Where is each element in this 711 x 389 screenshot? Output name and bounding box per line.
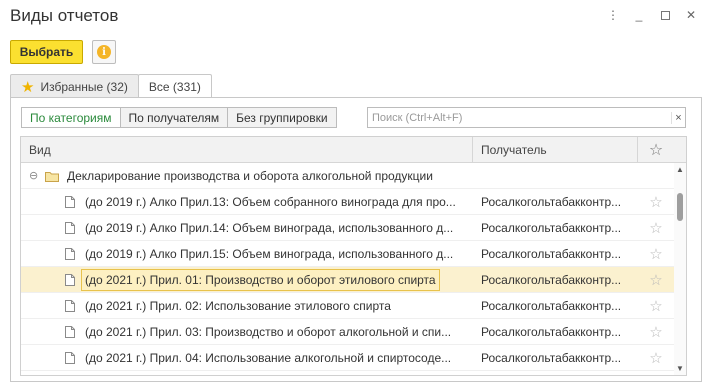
tabs-bar: ★ Избранные (32) Все (331) (10, 74, 212, 99)
report-name: (до 2021 г.) Прил. 01: Производство и об… (81, 268, 440, 291)
vertical-scrollbar[interactable]: ▲ ▼ (674, 163, 686, 375)
minimize-icon[interactable]: _ (633, 8, 645, 23)
document-icon (65, 247, 75, 260)
search-box: × (367, 107, 686, 128)
report-recipient: Росалкогольтабакконтр... (481, 298, 622, 313)
report-recipient: Росалкогольтабакконтр... (481, 246, 622, 261)
favorite-star-icon[interactable]: ☆ (638, 271, 674, 289)
table-row[interactable]: (до 2021 г.) Прил. 04: Использование алк… (21, 345, 686, 371)
scroll-down-icon[interactable]: ▼ (676, 364, 684, 373)
table-header: Вид Получатель ☆ (21, 137, 686, 163)
report-name: (до 2019 г.) Алко Прил.14: Объем виногра… (85, 220, 454, 235)
search-input[interactable] (368, 111, 671, 124)
info-button[interactable]: i (92, 40, 116, 64)
group-label: Декларирование производства и оборота ал… (67, 168, 433, 183)
no-grouping-button[interactable]: Без группировки (227, 107, 337, 128)
document-icon (65, 221, 75, 234)
table-row-selected[interactable]: (до 2021 г.) Прил. 01: Производство и об… (21, 267, 686, 293)
tab-favorites-label: Избранные (32) (40, 79, 128, 94)
collapse-icon[interactable]: ⊖ (29, 169, 39, 182)
by-category-button[interactable]: По категориям (21, 107, 121, 128)
tab-all-label: Все (331) (148, 80, 201, 94)
select-button[interactable]: Выбрать (10, 40, 83, 64)
report-recipient: Росалкогольтабакконтр... (481, 272, 622, 287)
table-row[interactable]: (до 2019 г.) Алко Прил.13: Объем собранн… (21, 189, 686, 215)
document-icon (65, 325, 75, 338)
reports-panel: По категориям По получателям Без группир… (10, 97, 702, 382)
table-row[interactable]: (до 2021 г.) Прил. 03: Производство и об… (21, 319, 686, 345)
star-icon: ★ (21, 78, 35, 96)
table-row[interactable]: (до 2021 г.) Прил. 02: Использование эти… (21, 293, 686, 319)
favorite-star-icon[interactable]: ☆ (638, 245, 674, 263)
report-recipient: Росалкогольтабакконтр... (481, 350, 622, 365)
folder-icon (45, 170, 59, 182)
favorite-star-icon[interactable]: ☆ (638, 219, 674, 237)
grouping-buttons: По категориям По получателям Без группир… (21, 107, 337, 128)
scroll-up-icon[interactable]: ▲ (676, 165, 684, 174)
column-header-recipient[interactable]: Получатель (473, 137, 638, 162)
info-icon: i (97, 45, 111, 59)
favorite-star-icon[interactable]: ☆ (638, 323, 674, 341)
favorite-star-icon[interactable]: ☆ (638, 193, 674, 211)
favorite-column-star-icon[interactable]: ☆ (638, 137, 674, 162)
report-name: (до 2021 г.) Прил. 04: Использование алк… (85, 350, 452, 365)
column-header-name[interactable]: Вид (21, 137, 473, 162)
document-icon (65, 299, 75, 312)
reports-table: Вид Получатель ☆ ⊖ Декларирование произв… (20, 136, 687, 376)
report-recipient: Росалкогольтабакконтр... (481, 324, 622, 339)
by-recipient-button[interactable]: По получателям (119, 107, 229, 128)
table-row[interactable]: (до 2019 г.) Алко Прил.15: Объем виногра… (21, 241, 686, 267)
favorite-star-icon[interactable]: ☆ (638, 297, 674, 315)
report-name: (до 2019 г.) Алко Прил.13: Объем собранн… (85, 194, 456, 209)
more-menu-icon[interactable]: ⋮ (607, 8, 619, 23)
window-title: Виды отчетов (10, 6, 119, 25)
tab-favorites[interactable]: ★ Избранные (32) (10, 74, 139, 98)
clear-search-icon[interactable]: × (671, 111, 685, 124)
group-row[interactable]: ⊖ Декларирование производства и оборота … (21, 163, 686, 189)
report-name: (до 2021 г.) Прил. 02: Использование эти… (85, 298, 391, 313)
favorite-star-icon[interactable]: ☆ (638, 349, 674, 367)
report-name: (до 2021 г.) Прил. 03: Производство и об… (85, 324, 452, 339)
document-icon (65, 273, 75, 286)
tab-all[interactable]: Все (331) (137, 74, 212, 99)
maximize-icon[interactable] (659, 8, 671, 23)
document-icon (65, 195, 75, 208)
document-icon (65, 351, 75, 364)
report-name: (до 2019 г.) Алко Прил.15: Объем виногра… (85, 246, 454, 261)
report-recipient: Росалкогольтабакконтр... (481, 194, 622, 209)
window-controls: ⋮ _ ✕ (607, 8, 697, 23)
report-recipient: Росалкогольтабакконтр... (481, 220, 622, 235)
close-icon[interactable]: ✕ (685, 8, 697, 23)
table-row[interactable]: (до 2019 г.) Алко Прил.14: Объем виногра… (21, 215, 686, 241)
scroll-thumb[interactable] (677, 193, 683, 221)
